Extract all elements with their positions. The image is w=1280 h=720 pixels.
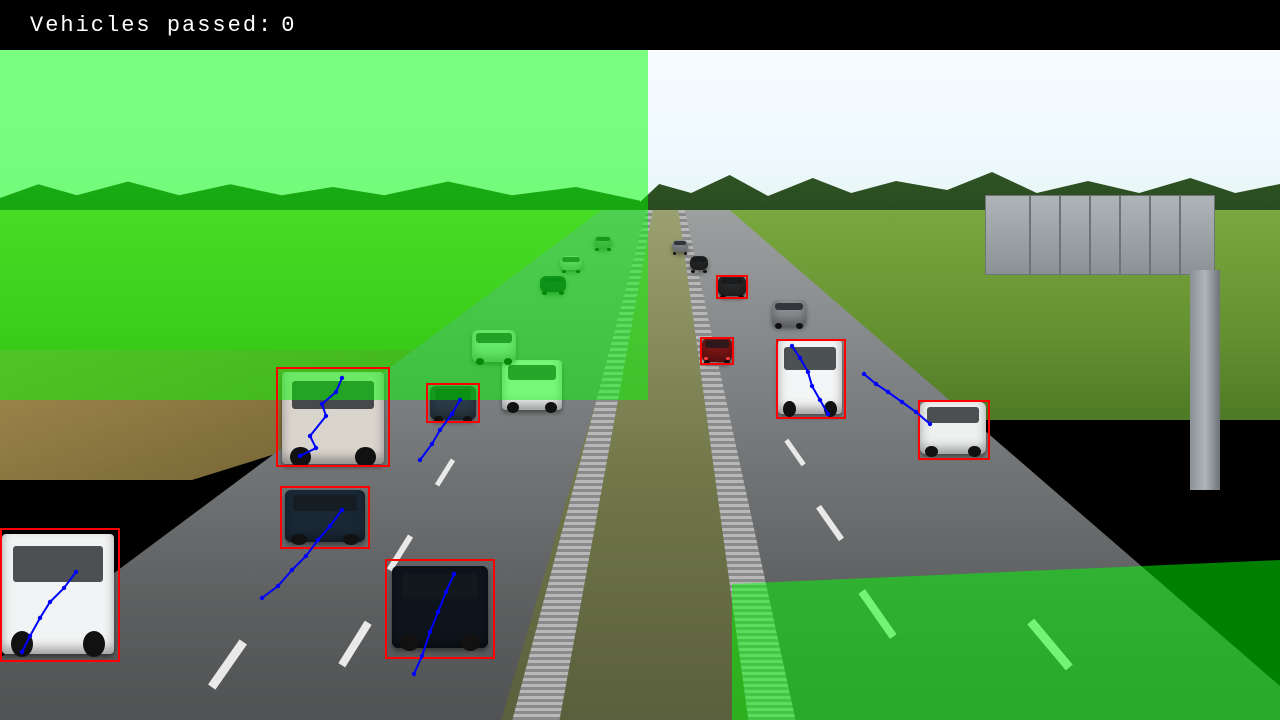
status-count: 0: [281, 13, 296, 38]
car-far-4: [672, 240, 688, 252]
bbox-van-right-white: [776, 339, 846, 419]
bbox-car-left-near: [280, 486, 370, 549]
car-far-5: [690, 256, 708, 270]
car-right-grey: [772, 300, 806, 326]
gantry-leg: [1190, 270, 1220, 490]
bbox-car-right-small-red: [700, 337, 734, 365]
roi-bottom-right: [732, 560, 1280, 720]
bbox-truck-left-lane: [276, 367, 390, 467]
bbox-car-right-far: [716, 275, 748, 299]
status-bar: Vehicles passed: 0: [0, 0, 1280, 50]
gantry-bridge: [985, 195, 1215, 275]
roi-top-left: [0, 50, 648, 400]
bbox-car-left-mid: [426, 383, 480, 423]
bbox-van-left-edge: [0, 528, 120, 662]
bbox-car-right-white: [918, 400, 990, 460]
status-label: Vehicles passed:: [30, 13, 273, 38]
bbox-car-left-nearest: [385, 559, 495, 659]
